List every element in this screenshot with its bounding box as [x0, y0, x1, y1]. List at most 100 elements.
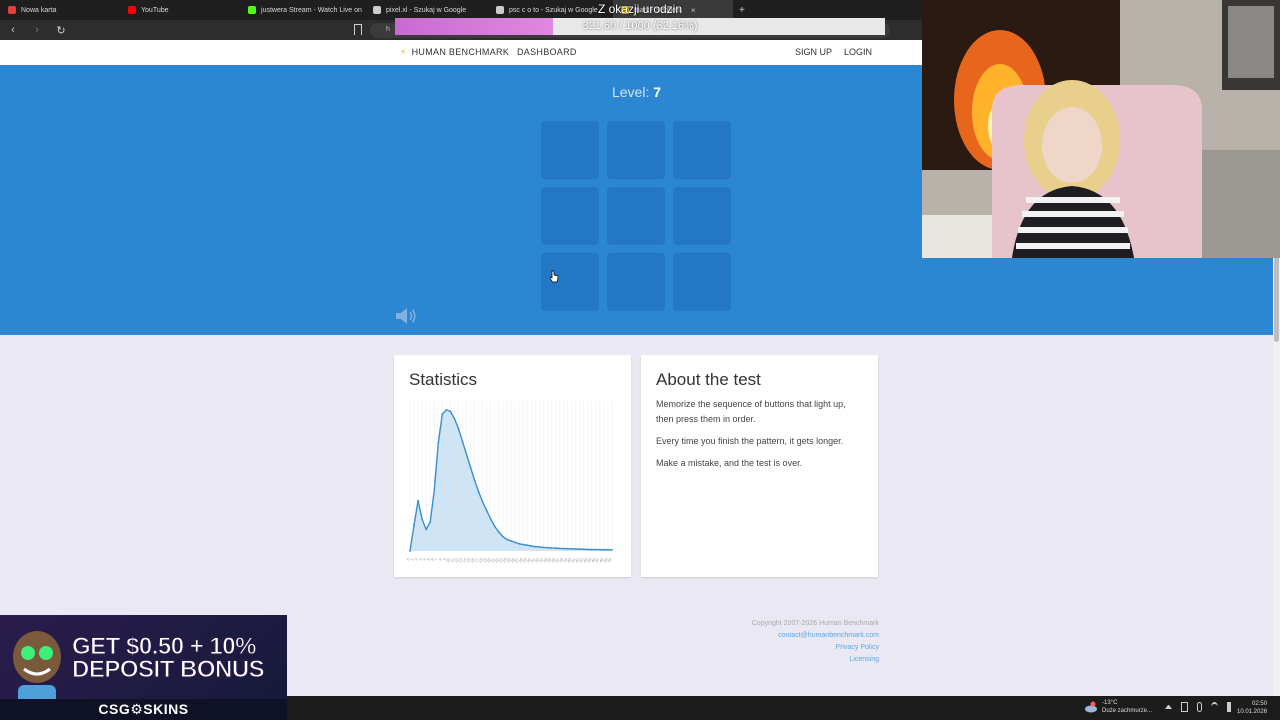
sequence-square[interactable] [541, 187, 599, 245]
chart-point [578, 548, 581, 551]
chart-point [449, 410, 452, 413]
chart-point [542, 546, 545, 549]
chart-point [481, 501, 484, 503]
browser-tab[interactable]: Nowa karta [0, 0, 120, 20]
tab-label: YouTube [141, 6, 169, 14]
about-paragraph-3: Make a mistake, and the test is over. [656, 458, 803, 468]
chart-point [611, 548, 613, 551]
tab-favicon-icon [128, 6, 136, 14]
chevron-up-icon[interactable] [1165, 705, 1172, 709]
chart-point [473, 479, 476, 482]
chart-point [485, 509, 488, 512]
chart-point [502, 535, 504, 538]
tab-label: justwera Stream - Watch Live on [261, 6, 362, 14]
chart-point [425, 528, 428, 531]
sequence-square[interactable] [607, 121, 665, 179]
chart-point [526, 544, 529, 547]
chart-tick-label: 50 [606, 556, 613, 563]
system-clock[interactable]: 02:50 10.01.2026 [1237, 700, 1267, 716]
clock-time: 02:50 [1252, 701, 1268, 707]
chart-point [421, 518, 424, 521]
chart-point [409, 550, 411, 552]
copyright-text: Copyright 2007-2026 Human Benchmark [751, 620, 879, 627]
privacy-policy-link[interactable]: Privacy Policy [680, 642, 879, 654]
sequence-square[interactable] [607, 253, 665, 311]
statistics-chart: 0123456789101112131415161718192021222324… [406, 401, 613, 563]
chart-point [598, 548, 601, 551]
reload-icon[interactable]: ↻ [54, 24, 68, 37]
statistics-card: Statistics 0 1 2 3 4 5 6 7 8 9 10 11 12 13 14 15 16 17 18 1… [394, 355, 631, 577]
chart-point [465, 453, 468, 456]
weather-widget[interactable]: -13°C Duże zachmurze... [1084, 699, 1152, 715]
network-icon[interactable] [1181, 702, 1188, 712]
licensing-link[interactable]: Licensing [680, 654, 879, 666]
tab-favicon-icon [8, 6, 16, 14]
chart-point [514, 541, 516, 544]
chart-point [510, 540, 512, 542]
lightning-icon: ⚡ [400, 47, 407, 57]
clock-date: 10.01.2026 [1237, 709, 1268, 715]
about-card: About the test Memorize the sequence of … [641, 355, 878, 577]
speaker-icon[interactable] [394, 306, 418, 326]
chart-point [461, 440, 464, 443]
site-footer: Copyright 2007-2026 Human Benchmark cont… [680, 618, 879, 666]
chart-point [603, 548, 605, 551]
sequence-square[interactable] [541, 121, 599, 179]
contact-email-link[interactable]: contact@humanbenchmark.com [680, 630, 879, 642]
chart-point [586, 548, 589, 551]
chart-point [566, 547, 569, 550]
level-value: 7 [653, 84, 662, 100]
chart-point [590, 548, 593, 551]
chart-point [607, 548, 609, 551]
chart-point [453, 417, 456, 420]
chart-point [441, 413, 444, 416]
browser-tab[interactable]: justwera Stream - Watch Live on [240, 0, 365, 20]
windows-taskbar: -13°C Duże zachmurze... 02:50 10.01.2026 [287, 696, 1280, 720]
chart-point [562, 547, 565, 550]
chart-point [538, 546, 541, 548]
chart-point [445, 408, 448, 411]
sign-up-link[interactable]: SIGN UP [795, 47, 832, 57]
sequence-square[interactable] [673, 187, 731, 245]
chart-point [534, 545, 537, 548]
cloud-icon [1085, 701, 1097, 713]
hand-cursor-icon [549, 270, 559, 283]
goal-title: Z okazji urodzin [597, 2, 683, 16]
login-link[interactable]: LOGIN [844, 47, 872, 57]
statistics-title: Statistics [409, 370, 478, 389]
dashboard-link[interactable]: DASHBOARD [517, 47, 577, 57]
chart-point [554, 547, 557, 550]
weather-condition: Duże zachmurze... [1102, 708, 1153, 714]
chart-point [477, 491, 480, 493]
chart-point [522, 543, 525, 546]
volume-icon[interactable] [1227, 702, 1234, 712]
back-icon[interactable]: ‹ [6, 24, 20, 36]
ad-brand-logo: CSG⚙SKINS [0, 699, 287, 720]
forward-icon[interactable]: › [30, 24, 44, 36]
tab-favicon-icon [248, 6, 256, 14]
sequence-square[interactable] [673, 253, 731, 311]
site-navbar: ⚡ HUMAN BENCHMARK DASHBOARD SIGN UP LOGI… [0, 40, 922, 65]
square-grid [541, 121, 732, 311]
wifi-icon[interactable] [1211, 702, 1218, 712]
ad-subheadline: DEPOSIT BONUS [72, 656, 266, 684]
chart-point [530, 545, 533, 547]
sequence-square[interactable] [673, 121, 731, 179]
system-tray [1165, 702, 1234, 712]
chart-point [433, 489, 436, 492]
chart-point [570, 547, 573, 550]
chart-point [497, 531, 500, 534]
browser-tab[interactable]: YouTube [120, 0, 240, 20]
chart-point [518, 542, 520, 545]
tab-favicon-icon [373, 6, 381, 14]
chart-point [457, 427, 460, 430]
sponsor-ad: GET $0.50 + 10% DEPOSIT BONUS CSG⚙SKINS [0, 615, 287, 720]
bookmark-icon[interactable] [354, 24, 362, 35]
microphone-icon[interactable] [1197, 702, 1202, 712]
brand-link[interactable]: ⚡ HUMAN BENCHMARK [400, 47, 509, 58]
webcam-feed [922, 0, 1280, 258]
chart-point [550, 547, 553, 549]
about-paragraph-2: Every time you finish the pattern, it ge… [656, 436, 844, 446]
sequence-square[interactable] [607, 187, 665, 245]
chart-point [437, 442, 440, 444]
